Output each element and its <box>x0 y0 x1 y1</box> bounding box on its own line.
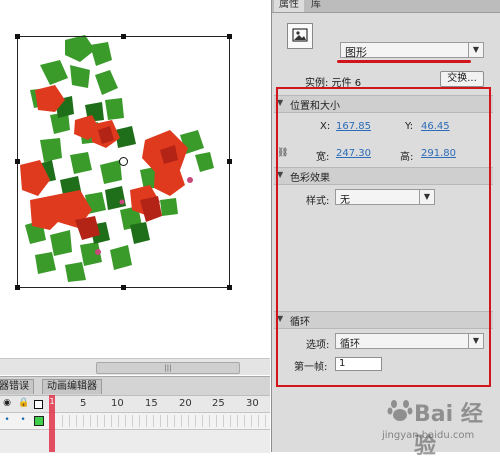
properties-panel: 属性 库 图形 ▼ 实例: 元件 6 交换... ▼ 位置和大小 X: 167.… <box>271 0 500 452</box>
frame-number: 5 <box>80 398 87 409</box>
swap-button[interactable]: 交换... <box>440 71 484 87</box>
transform-handle-bottom-left[interactable] <box>15 285 20 290</box>
transform-handle-bottom-center[interactable] <box>121 285 126 290</box>
baidu-jingyan-watermark: Bai 经验 jingyan.baidu.com <box>382 394 500 459</box>
annotation-highlight-box <box>276 87 491 387</box>
lock-icon[interactable]: 🔒 <box>18 398 29 408</box>
annotation-underline <box>337 60 471 63</box>
timeline-header: ◉ 🔒 5 10 15 20 25 30 <box>0 395 270 412</box>
paw-logo-icon <box>387 400 413 421</box>
outline-icon[interactable] <box>34 400 43 409</box>
panel-tabs: 属性 库 <box>272 0 500 13</box>
layer-dot-icon[interactable]: • <box>2 415 12 425</box>
transform-handle-middle-right[interactable] <box>227 159 232 164</box>
tab-motion-editor[interactable]: 动画编辑器 <box>42 379 102 394</box>
frame-number: 25 <box>212 398 225 409</box>
stage-canvas[interactable] <box>0 0 270 355</box>
watermark-text: Bai 经验 <box>414 402 483 459</box>
scrollbar-grip-icon: ||| <box>164 364 172 372</box>
frame-number: 30 <box>246 398 259 409</box>
tab-properties[interactable]: 属性 <box>274 0 304 12</box>
transform-handle-top-center[interactable] <box>121 34 126 39</box>
frame-number: 10 <box>111 398 124 409</box>
eye-icon[interactable]: ◉ <box>2 398 12 408</box>
watermark-url: jingyan.baidu.com <box>382 430 475 441</box>
playhead-frame-label: 1 <box>49 397 55 406</box>
layer-dot-icon[interactable]: • <box>18 415 28 425</box>
layer-color-swatch-icon[interactable] <box>34 416 44 426</box>
tab-library[interactable]: 库 <box>306 0 326 12</box>
transform-handle-middle-left[interactable] <box>15 159 20 164</box>
symbol-type-value: 图形 <box>345 46 367 59</box>
scrollbar-thumb[interactable]: ||| <box>96 362 240 374</box>
frame-number: 15 <box>145 398 158 409</box>
transform-pivot-point[interactable] <box>119 157 128 166</box>
frame-number: 20 <box>179 398 192 409</box>
tab-compiler-errors[interactable]: 器错误 <box>0 379 34 394</box>
bottom-panel-tabs: 器错误 动画编辑器 <box>0 376 270 395</box>
transform-handle-top-right[interactable] <box>227 34 232 39</box>
timeline-footer <box>0 429 270 453</box>
transform-handle-bottom-right[interactable] <box>227 285 232 290</box>
stage-horizontal-scrollbar[interactable]: ||| <box>0 358 270 375</box>
chevron-down-icon: ▼ <box>468 43 483 57</box>
transform-handle-top-left[interactable] <box>15 34 20 39</box>
graphic-symbol-icon <box>287 23 313 49</box>
symbol-type-dropdown[interactable]: 图形 ▼ <box>340 42 484 59</box>
